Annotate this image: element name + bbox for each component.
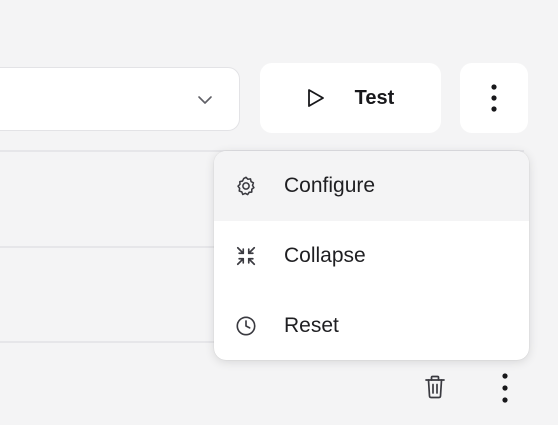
row-more-options-button[interactable] — [490, 370, 520, 406]
menu-item-label: Collapse — [284, 244, 366, 267]
menu-item-configure[interactable]: Configure — [214, 151, 529, 221]
play-icon — [307, 89, 324, 107]
more-vertical-icon — [491, 84, 497, 112]
select-dropdown[interactable] — [0, 67, 240, 131]
menu-item-reset[interactable]: Reset — [214, 291, 529, 360]
gear-icon — [234, 174, 258, 198]
menu-item-label: Reset — [284, 314, 339, 337]
more-vertical-icon — [502, 373, 508, 403]
chevron-down-icon — [198, 96, 212, 104]
options-menu: Configure Collapse Reset — [214, 151, 529, 360]
menu-item-label: Configure — [284, 174, 376, 197]
delete-button[interactable] — [420, 370, 450, 404]
menu-item-collapse[interactable]: Collapse — [214, 221, 529, 291]
test-button-label: Test — [354, 86, 395, 109]
collapse-icon — [234, 244, 258, 268]
more-options-button[interactable] — [460, 63, 528, 133]
trash-icon — [425, 375, 445, 399]
clock-icon — [234, 314, 258, 338]
test-button[interactable]: Test — [260, 63, 441, 133]
